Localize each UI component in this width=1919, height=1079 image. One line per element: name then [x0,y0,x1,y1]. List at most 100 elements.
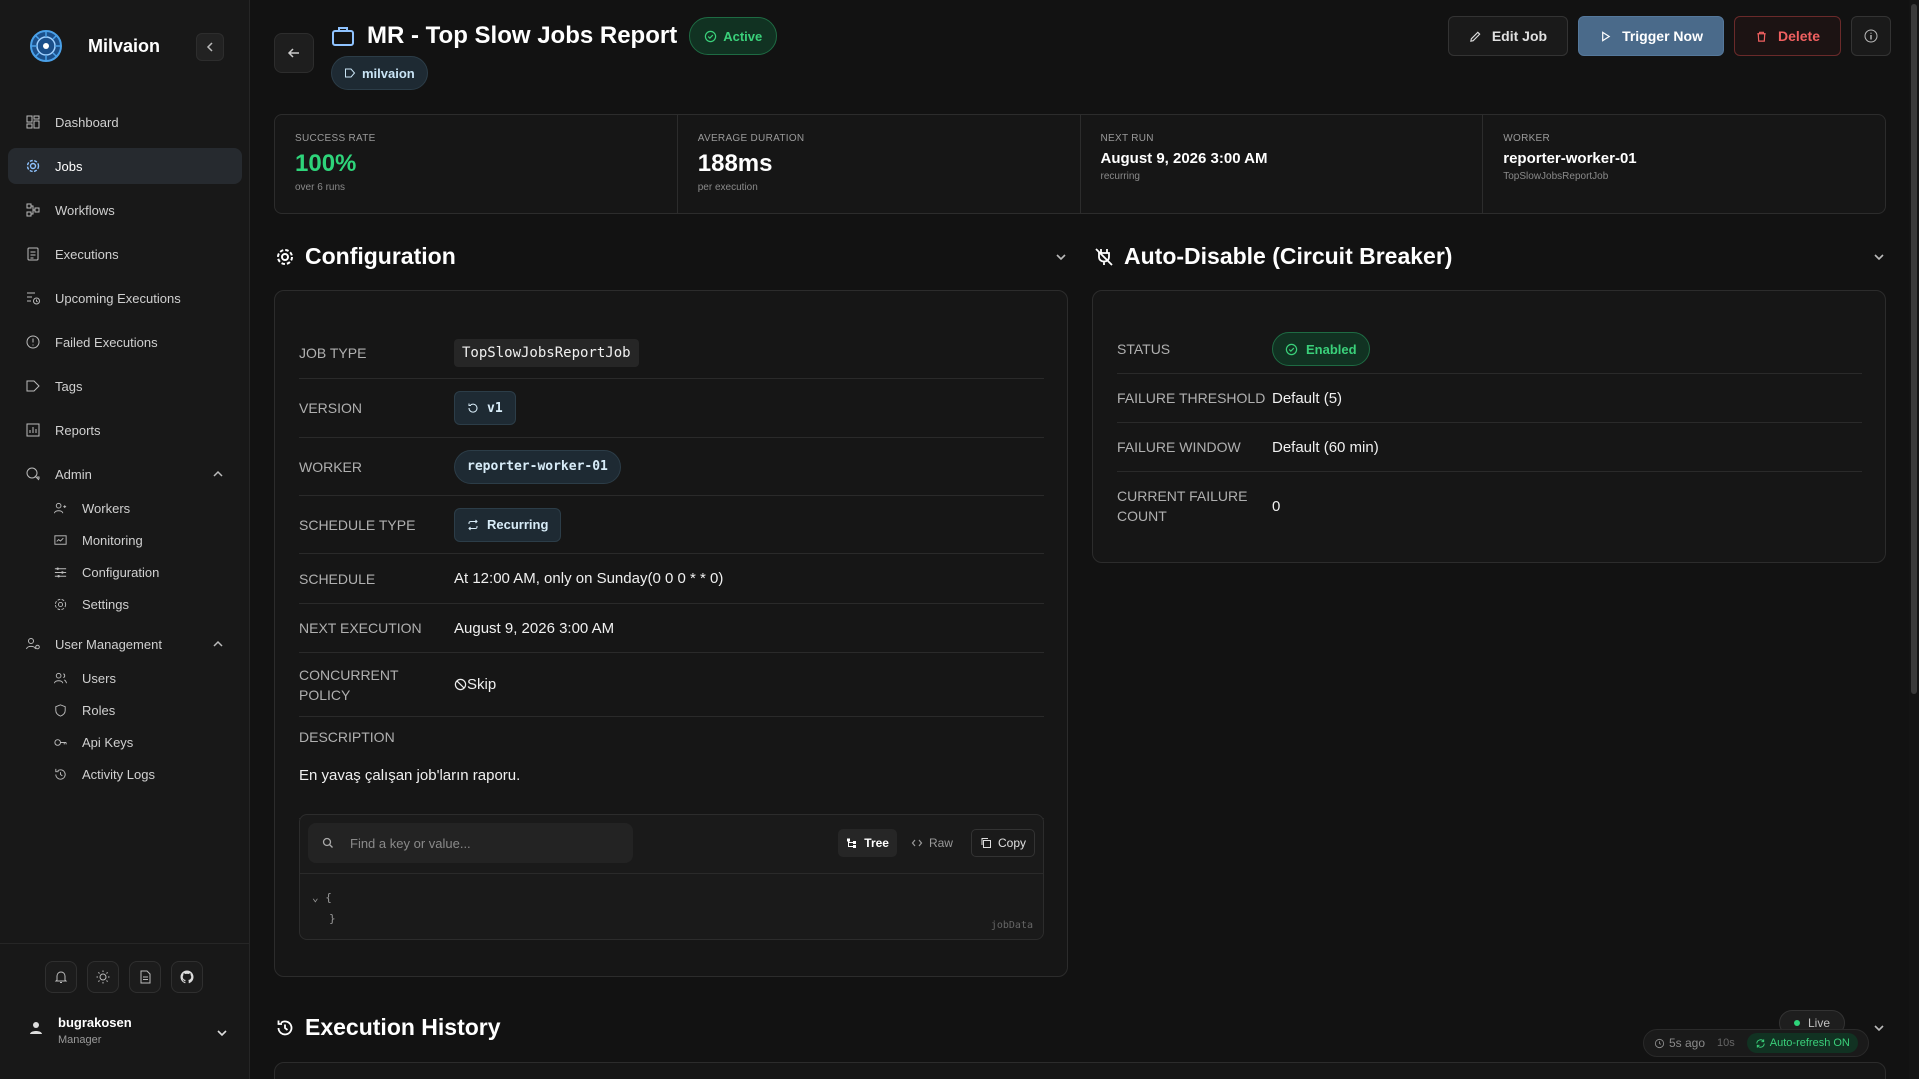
sidebar-item-activity-logs[interactable]: Activity Logs [8,758,242,790]
sidebar-item-configuration[interactable]: Configuration [8,556,242,588]
stat-value: August 9, 2026 3:00 AM [1100,150,1268,167]
tag-badge[interactable]: milvaion [331,56,428,90]
tree-label: Tree [864,836,889,850]
delete-label: Delete [1777,28,1820,44]
collapse-toggle-icon[interactable]: ⌄ [312,891,325,904]
stat-sub: over 6 runs [295,182,346,193]
pencil-icon [1469,31,1481,42]
scroll-thumb[interactable] [1911,4,1917,694]
github-button[interactable] [171,961,203,993]
job-type-value: TopSlowJobsReportJob [454,338,639,367]
trigger-now-label: Trigger Now [1622,28,1703,44]
configuration-heading[interactable]: Configuration [275,243,456,270]
failure-window-value: Default (60 min) [1272,438,1379,456]
sun-icon [96,970,110,984]
version-chip[interactable]: v1 [454,391,516,425]
stat-success-rate: SUCCESS RATE 100% over 6 runs [275,115,678,213]
notifications-button[interactable] [45,961,77,993]
copy-icon [981,838,991,848]
stat-label: AVERAGE DURATION [697,133,805,144]
config-label: DESCRIPTION [299,729,395,745]
ban-icon [454,678,467,691]
theme-toggle-button[interactable] [87,961,119,993]
settings-icon [54,598,67,610]
auto-disable-label: STATUS [1117,341,1171,357]
trigger-now-button[interactable]: Trigger Now [1578,16,1724,56]
sidebar-item-label: Api Keys [82,734,134,750]
json-content: ⌄ { } [312,887,336,929]
section-title: Configuration [305,243,456,269]
stat-label: SUCCESS RATE [295,133,376,144]
sidebar-item-users[interactable]: Users [8,662,242,694]
schedule-type-value: Recurring [487,517,549,532]
sidebar-item-dashboard[interactable]: Dashboard [8,104,242,140]
sidebar-item-executions[interactable]: Executions [8,236,242,272]
json-open-brace: { [325,891,332,904]
users-icon [53,672,68,683]
refresh-interval[interactable]: 10s [1717,1037,1735,1049]
user-menu[interactable]: bugrakosen Manager [28,1015,228,1046]
sidebar-group-admin[interactable]: Admin [8,456,242,492]
sidebar-item-reports[interactable]: Reports [8,412,242,448]
stat-sub: per execution [697,182,758,193]
config-row-version: VERSION v1 [299,379,1044,438]
chevron-down-icon[interactable] [1872,250,1886,264]
copy-json-button[interactable]: Copy [970,829,1035,857]
json-view-toggle: Tree Raw Copy [838,829,1035,857]
workers-icon [53,502,67,513]
sidebar-divider [0,943,250,944]
execution-history-heading[interactable]: Execution History [275,1014,501,1041]
sidebar-item-monitoring[interactable]: Monitoring [8,524,242,556]
sidebar-item-workflows[interactable]: Workflows [8,192,242,228]
avatar [28,1020,44,1041]
config-row-worker: WORKER reporter-worker-01 [299,438,1044,496]
sidebar-item-upcoming-executions[interactable]: Upcoming Executions [8,280,242,316]
section-title: Execution History [305,1014,501,1040]
sidebar-item-failed-executions[interactable]: Failed Executions [8,324,242,360]
brand[interactable]: Milvaion [28,28,160,64]
auto-refresh-label: Auto-refresh ON [1769,1037,1850,1049]
sidebar-item-label: Jobs [55,158,83,174]
chart-icon [26,423,40,437]
upcoming-icon [27,292,40,305]
collapse-sidebar-button[interactable] [196,33,224,61]
page-scrollbar[interactable] [1909,0,1919,1079]
chevron-down-icon[interactable] [1054,250,1068,264]
config-label: SCHEDULE TYPE [299,516,416,533]
json-open-line[interactable]: ⌄ { [312,887,336,908]
history-icon [277,1020,293,1035]
docs-button[interactable] [129,961,161,993]
sidebar-item-api-keys[interactable]: Api Keys [8,726,242,758]
schedule-value: At 12:00 AM, only on Sunday(0 0 0 * * 0) [454,570,724,587]
sidebar-group-user-management[interactable]: User Management [8,626,242,662]
info-button[interactable] [1851,16,1891,56]
json-search [308,823,633,863]
edit-job-label: Edit Job [1491,28,1548,44]
json-search-input[interactable] [350,835,610,851]
sidebar-item-settings[interactable]: Settings [8,588,242,620]
stat-worker: WORKER reporter-worker-01 TopSlowJobsRep… [1483,115,1885,213]
worker-chip[interactable]: reporter-worker-01 [454,449,621,484]
chevron-down-icon[interactable] [1872,1021,1886,1035]
auto-refresh-toggle[interactable]: Auto-refresh ON [1746,1033,1858,1053]
copy-label: Copy [997,836,1026,850]
sidebar: Milvaion Dashboard Jobs Workflows Execut… [0,0,250,1079]
bell-icon [54,971,68,983]
edit-job-button[interactable]: Edit Job [1447,16,1569,56]
delete-button[interactable]: Delete [1733,16,1841,56]
back-button[interactable] [274,33,314,73]
sidebar-item-roles[interactable]: Roles [8,694,242,726]
last-refresh-text: 5s ago [1669,1036,1706,1050]
raw-view-button[interactable]: Raw [903,829,961,857]
auto-disable-heading[interactable]: Auto-Disable (Circuit Breaker) [1094,243,1452,270]
sidebar-item-jobs[interactable]: Jobs [8,148,242,184]
section-title: Auto-Disable (Circuit Breaker) [1124,243,1453,269]
sidebar-item-label: Users [82,670,116,686]
shield-user-icon [26,467,40,481]
sidebar-item-tags[interactable]: Tags [8,368,242,404]
worker-value: reporter-worker-01 [467,459,608,474]
check-circle-icon [1285,343,1298,355]
sidebar-item-workers[interactable]: Workers [8,492,242,524]
raw-label: Raw [928,836,953,850]
tree-view-button[interactable]: Tree [838,829,897,857]
